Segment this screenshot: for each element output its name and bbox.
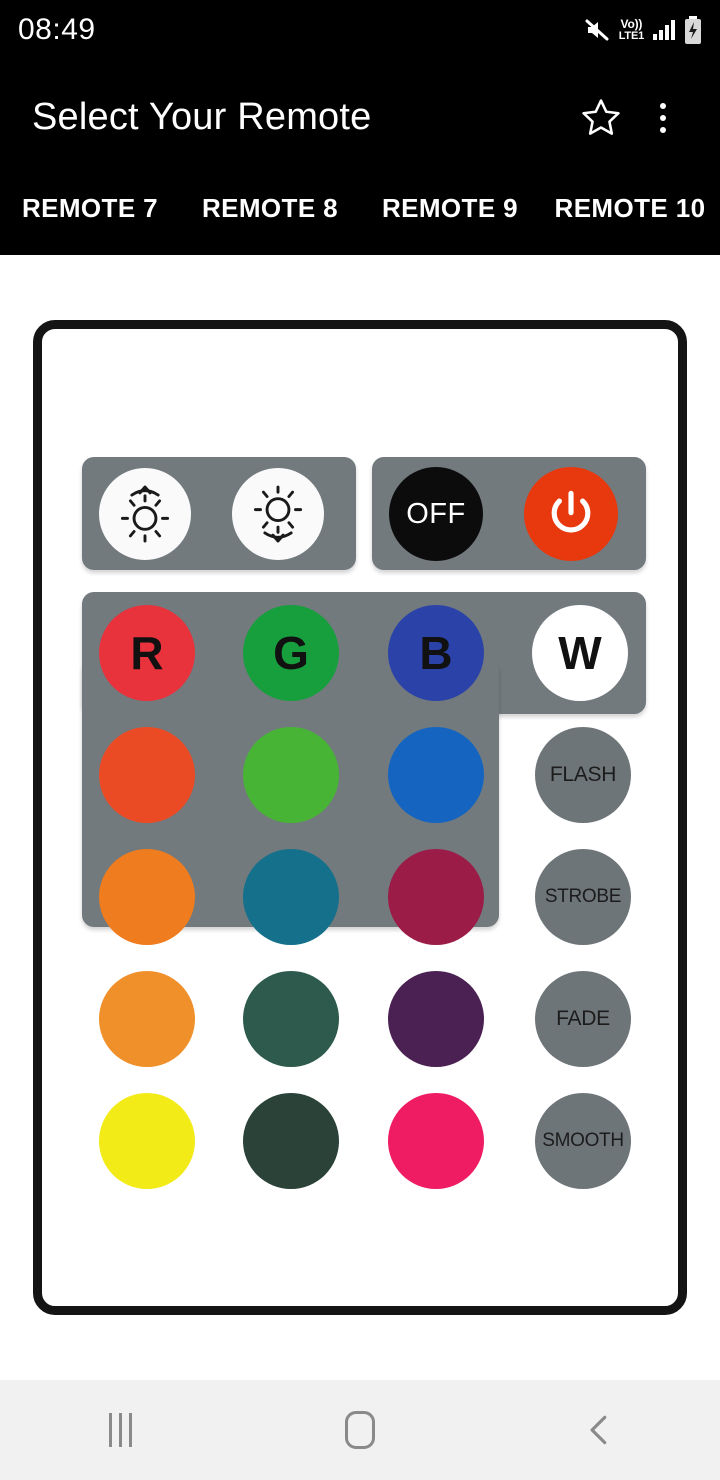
tab-remote-9[interactable]: REMOTE 9 bbox=[360, 193, 540, 224]
off-button-label: OFF bbox=[406, 497, 466, 530]
color-button-w[interactable]: W bbox=[532, 605, 628, 701]
sun-up-icon bbox=[120, 485, 170, 543]
app-bar-top: Select Your Remote bbox=[0, 60, 720, 175]
sun-down-icon bbox=[253, 485, 303, 543]
overflow-menu-button[interactable] bbox=[632, 87, 694, 149]
power-button[interactable] bbox=[524, 467, 618, 561]
mode-button-strobe[interactable]: STROBE bbox=[535, 849, 631, 945]
color-button-label: W bbox=[558, 627, 602, 679]
color-button-4[interactable] bbox=[99, 727, 195, 823]
color-button-r[interactable]: R bbox=[99, 605, 195, 701]
color-button-9[interactable] bbox=[388, 849, 484, 945]
home-icon bbox=[345, 1411, 375, 1449]
volte-bottom-label: LTE1 bbox=[618, 30, 644, 42]
color-button-5[interactable] bbox=[243, 727, 339, 823]
color-button-11[interactable] bbox=[243, 971, 339, 1067]
star-outline-icon bbox=[582, 98, 620, 135]
home-button[interactable] bbox=[300, 1395, 420, 1465]
color-button-14[interactable] bbox=[243, 1093, 339, 1189]
brightness-up-button[interactable] bbox=[99, 468, 191, 560]
color-button-label: R bbox=[130, 627, 164, 679]
color-button-b[interactable]: B bbox=[388, 605, 484, 701]
tab-bar: REMOTE 7 REMOTE 8 REMOTE 9 REMOTE 10 bbox=[0, 175, 720, 255]
tab-remote-7[interactable]: REMOTE 7 bbox=[0, 193, 180, 224]
status-bar: 08:49 Vo)) LTE1 bbox=[0, 0, 720, 60]
volte-top-label: Vo)) bbox=[620, 17, 643, 31]
mode-button-fade[interactable]: FADE bbox=[535, 971, 631, 1067]
mute-icon bbox=[584, 18, 610, 42]
color-button-10[interactable] bbox=[99, 971, 195, 1067]
app-bar: Select Your Remote REMOTE 7 REMOTE 8 REM… bbox=[0, 60, 720, 255]
favorite-button[interactable] bbox=[570, 87, 632, 149]
color-button-g[interactable]: G bbox=[243, 605, 339, 701]
status-icons: Vo)) LTE1 bbox=[584, 13, 702, 47]
color-button-7[interactable] bbox=[99, 849, 195, 945]
mode-button-flash[interactable]: FLASH bbox=[535, 727, 631, 823]
color-button-label: B bbox=[419, 627, 453, 679]
android-nav-bar bbox=[0, 1380, 720, 1480]
back-button[interactable] bbox=[540, 1395, 660, 1465]
phone-screen: 08:49 Vo)) LTE1 Select Your Remote REMOT… bbox=[0, 0, 720, 1480]
overflow-menu-icon bbox=[660, 102, 666, 133]
volte-icon: Vo)) LTE1 bbox=[619, 18, 644, 42]
color-button-13[interactable] bbox=[99, 1093, 195, 1189]
battery-charging-icon bbox=[684, 16, 702, 44]
mode-button-label: SMOOTH bbox=[542, 1130, 624, 1151]
mode-button-smooth[interactable]: SMOOTH bbox=[535, 1093, 631, 1189]
remote-image-card[interactable]: OFF R G B W FLASH STROBE FADE SMOOTH bbox=[33, 320, 687, 1315]
mode-button-label: FADE bbox=[556, 1007, 610, 1030]
status-clock: 08:49 bbox=[18, 13, 96, 46]
color-button-15[interactable] bbox=[388, 1093, 484, 1189]
off-button[interactable]: OFF bbox=[389, 467, 483, 561]
color-button-12[interactable] bbox=[388, 971, 484, 1067]
remote-body: OFF R G B W FLASH STROBE FADE SMOOTH bbox=[42, 329, 678, 1306]
tab-remote-10[interactable]: REMOTE 10 bbox=[540, 193, 720, 224]
color-button-label: G bbox=[273, 627, 309, 679]
mode-button-label: STROBE bbox=[544, 886, 622, 907]
page-title: Select Your Remote bbox=[32, 96, 372, 138]
color-button-8[interactable] bbox=[243, 849, 339, 945]
color-button-6[interactable] bbox=[388, 727, 484, 823]
signal-icon bbox=[653, 20, 675, 40]
content-area: OFF R G B W FLASH STROBE FADE SMOOTH bbox=[0, 255, 720, 1380]
mode-button-label: FLASH bbox=[549, 763, 617, 786]
tab-remote-8[interactable]: REMOTE 8 bbox=[180, 193, 360, 224]
recents-icon bbox=[108, 1413, 132, 1447]
recents-button[interactable] bbox=[60, 1395, 180, 1465]
back-icon bbox=[590, 1415, 607, 1445]
brightness-down-button[interactable] bbox=[232, 468, 324, 560]
power-icon bbox=[551, 490, 591, 533]
